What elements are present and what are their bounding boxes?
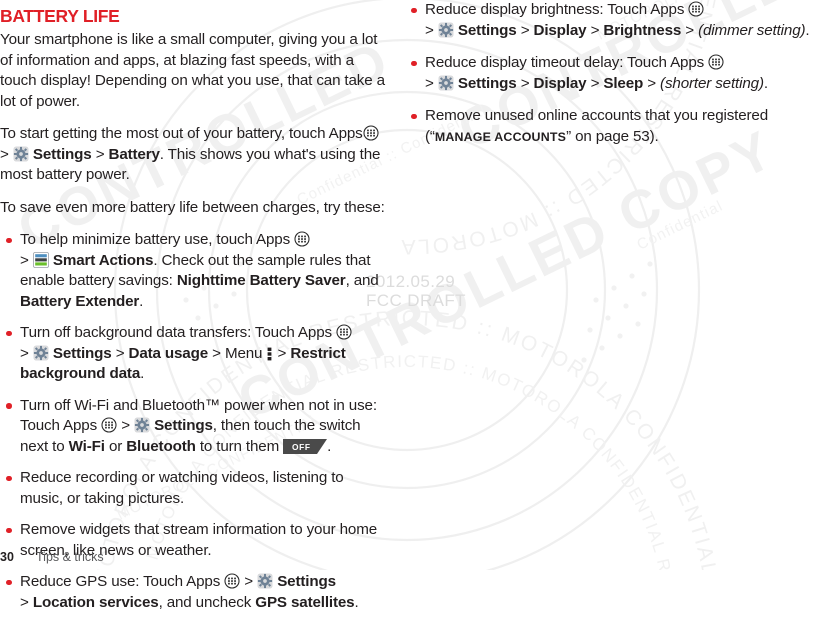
wifi-label: Wi-Fi [68,437,105,455]
settings-label: Settings [457,21,517,39]
gear-icon [257,573,273,589]
separator: > [425,74,434,92]
nighttime-saver-label: Nighttime Battery Saver [176,272,346,289]
separator: > [590,21,600,39]
right-column: Reduce display brightness: Touch Apps > … [405,0,815,159]
bullet-background-data: Turn off background data transfers: Touc… [0,323,390,385]
separator: > [0,145,9,163]
smart-actions-icon [32,251,49,268]
separator: > [115,344,125,362]
page-number: 30 [0,550,14,564]
separator: > [20,344,29,362]
settings-label: Settings [52,344,112,362]
bullet-text: Reduce GPS use: Touch Apps [20,573,221,590]
bullet-text: Turn off background data transfers: Touc… [20,324,332,341]
battery-label: Battery [108,145,160,163]
toggle-off-switch[interactable]: OFF [283,438,328,454]
brightness-label: Brightness [603,21,682,39]
smart-actions-label: Smart Actions [52,251,154,269]
bullet-text: , and uncheck [158,593,252,611]
bullet-text: . [354,593,359,611]
separator: > [520,21,530,39]
separator: > [685,21,695,39]
bullet-text: . [139,292,144,310]
separator: > [425,21,434,39]
gear-icon [33,345,49,361]
apps-grid-icon [708,54,724,70]
separator: > [95,145,105,163]
separator: > [277,344,287,362]
menu-dots-icon [266,345,273,361]
separator: > [244,573,254,590]
page-footer: 30 Tips & tricks [0,550,104,564]
bullet-text: Reduce recording or watching videos, lis… [20,469,344,507]
save-paragraph: To save even more battery life between c… [0,198,385,216]
apps-grid-icon [688,1,704,17]
bullet-smart-actions: To help minimize battery use, touch Apps… [0,230,390,312]
bluetooth-label: Bluetooth [126,437,196,455]
battery-extender-label: Battery Extender [20,292,140,310]
apps-grid-icon [101,417,117,433]
gear-icon [438,75,454,91]
bullet-display-timeout: Reduce display timeout delay: Touch Apps… [405,53,815,94]
location-services-label: Location services [32,593,159,611]
apps-grid-icon [224,573,240,589]
left-column: BATTERY LIFE Your smartphone is like a s… [0,0,390,624]
gear-icon [438,22,454,38]
gear-icon [13,146,29,162]
settings-label: Settings [32,145,92,163]
manage-accounts-xref[interactable]: Manage accounts [435,130,566,144]
bullet-reduce-media: Reduce recording or watching videos, lis… [0,468,390,509]
intro-paragraph: Your smartphone is like a small computer… [0,31,385,110]
separator: > [20,593,29,611]
bullet-wifi-bluetooth: Turn off Wi-Fi and Bluetooth™ power when… [0,396,390,458]
gps-satellites-label: GPS satellites [255,593,355,611]
display-label: Display [533,74,587,92]
settings-label: Settings [277,573,336,590]
bullet-text: . [140,365,145,382]
bullet-text: , and [345,272,379,289]
bullet-remove-accounts: Remove unused online accounts that you r… [405,106,815,147]
separator: > [647,74,656,92]
bullet-reduce-gps: Reduce GPS use: Touch Apps > Settings > L… [0,572,390,613]
separator: > [20,251,29,269]
shorter-setting-note: (shorter setting) [660,74,764,92]
separator: > [121,417,130,434]
bullet-text: Reduce display timeout delay: Touch Apps [425,54,705,71]
separator: > [590,74,600,92]
bullet-text: To help minimize battery use, touch Apps [20,231,291,248]
start-text-1: To start getting the most out of your ba… [0,125,363,142]
bullet-text: or [108,437,123,455]
gear-icon [134,417,150,433]
separator: > [212,344,221,362]
dimmer-setting-note: (dimmer setting) [698,21,806,39]
bullet-text: . [805,21,810,39]
manual-page: BATTERY LIFE Your smartphone is like a s… [0,0,815,611]
display-label: Display [533,21,587,39]
sleep-label: Sleep [603,74,644,92]
svg-text:OFF: OFF [292,442,311,452]
bullet-display-brightness: Reduce display brightness: Touch Apps > … [405,0,815,41]
start-paragraph: To start getting the most out of your ba… [0,124,390,186]
settings-label: Settings [457,74,517,92]
data-usage-label: Data usage [128,344,209,362]
separator: > [520,74,530,92]
page-title: BATTERY LIFE [0,6,120,26]
settings-label: Settings [154,417,213,434]
bullet-text: . [327,437,332,455]
bullet-text: to turn them [199,437,280,455]
right-bullet-list: Reduce display brightness: Touch Apps > … [405,0,815,147]
bullet-text: ” on page 53). [566,127,659,145]
bullet-text: Reduce display brightness: Touch Apps [425,1,685,18]
section-name: Tips & tricks [36,550,104,564]
menu-text: Menu [224,344,263,362]
apps-grid-icon [363,125,379,141]
apps-grid-icon [336,324,352,340]
bullet-text: . [763,74,768,92]
apps-grid-icon [294,231,310,247]
